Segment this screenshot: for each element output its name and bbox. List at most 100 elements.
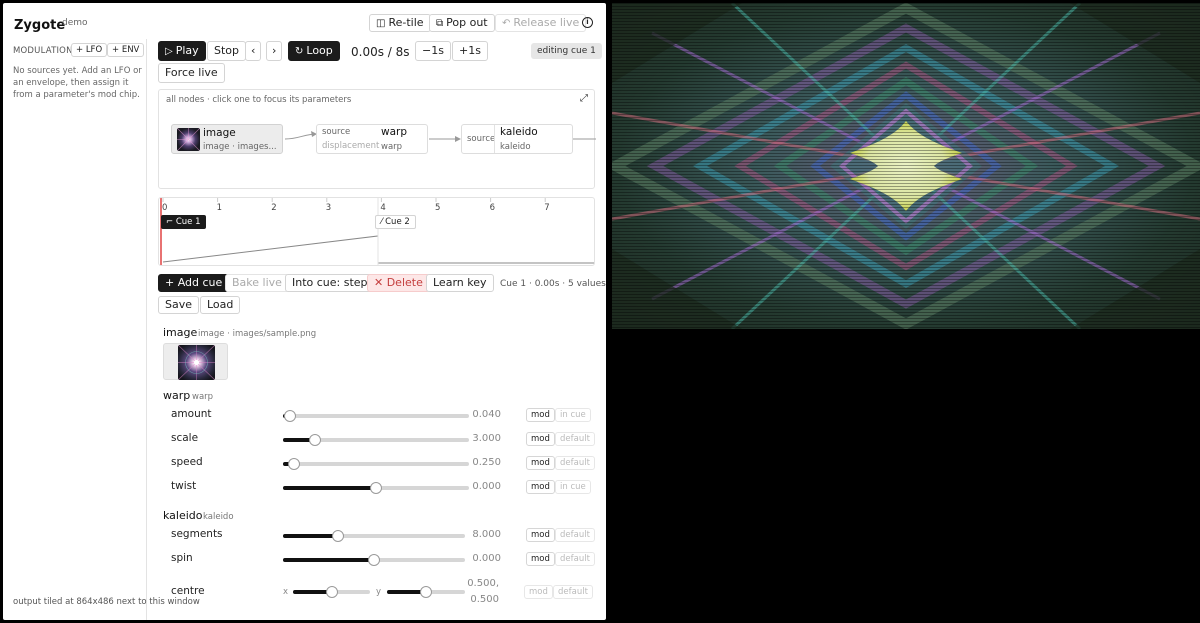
param-speed-thumb[interactable] (288, 458, 301, 470)
cue-1-marker[interactable]: ⌐ Cue 1 (161, 215, 206, 229)
centre-y-slider[interactable] (387, 586, 465, 598)
learn-key-button[interactable]: Learn key (426, 274, 494, 292)
param-segments-slider[interactable] (283, 530, 465, 542)
timeline-tick: 3 (325, 203, 332, 213)
param-speed-mod-chip[interactable]: mod (526, 456, 555, 470)
timeline-tick: 7 (544, 203, 550, 213)
output-status: output tiled at 864x486 next to this win… (13, 597, 200, 607)
timeline-tick: 6 (489, 203, 496, 213)
bake-live-button[interactable]: Bake live (225, 274, 289, 292)
into-cue-button[interactable]: Into cue: step (285, 274, 375, 292)
param-scale-thumb[interactable] (308, 434, 321, 446)
node-kaleido[interactable]: source kaleido kaleido (461, 124, 573, 154)
param-speed-label: speed (171, 456, 203, 468)
load-button[interactable]: Load (200, 296, 241, 314)
param-spin-state-tag: default (555, 552, 595, 566)
output-preview (612, 3, 1200, 329)
param-scale-label: scale (171, 432, 199, 444)
param-twist-thumb[interactable] (370, 482, 382, 494)
play-icon: ▷ (165, 46, 173, 57)
retile-button[interactable]: ◫ Re-tile (369, 14, 431, 32)
centre-x-thumb[interactable] (325, 586, 338, 598)
add-env-button[interactable]: + ENV (107, 43, 145, 57)
timeline[interactable]: 0 1 2 3 4 5 6 7 ⌐ Cue 1 ⁄ Cue 2 (158, 197, 595, 266)
param-amount-thumb[interactable] (284, 410, 297, 422)
param-spin-slider[interactable] (283, 554, 465, 566)
param-segments-thumb[interactable] (331, 530, 344, 542)
timeline-tick: 2 (271, 203, 277, 213)
port-source: source (322, 127, 351, 137)
param-segments-state-tag: default (555, 528, 595, 542)
node-image-title: image (203, 127, 236, 139)
next-cue-button[interactable]: › (266, 41, 283, 61)
param-speed-state-tag: default (555, 456, 595, 470)
add-cue-button[interactable]: + Add cue (158, 274, 230, 292)
kaleidoscope-render (612, 3, 1200, 329)
cue-2-marker[interactable]: ⁄ Cue 2 (375, 215, 416, 229)
param-segments-mod-chip[interactable]: mod (526, 528, 555, 542)
timeline-canvas (160, 198, 594, 265)
image-section-sub: image · images/sample.png (198, 329, 317, 339)
save-button[interactable]: Save (158, 296, 200, 314)
node-image[interactable]: image image · images... (171, 124, 283, 154)
node-warp[interactable]: source displacement warp warp (316, 124, 428, 154)
image-preview[interactable] (163, 343, 228, 380)
centre-state-tag: default (553, 585, 593, 599)
play-button[interactable]: ▷ Play (158, 41, 206, 61)
timeline-tick: 5 (435, 203, 441, 213)
param-amount-slider[interactable] (283, 410, 469, 422)
force-live-button[interactable]: Force live (158, 63, 225, 83)
back-1s-button[interactable]: −1s (415, 41, 451, 61)
warp-section-sub: warp (192, 392, 214, 402)
node-warp-title: warp (381, 126, 408, 138)
forward-1s-button[interactable]: +1s (452, 41, 488, 61)
param-scale-state-tag: default (555, 432, 595, 446)
add-lfo-button[interactable]: + LFO (71, 43, 108, 57)
pop-out-button[interactable]: ⧉ Pop out (429, 14, 495, 32)
modulation-heading: MODULATION (13, 46, 73, 56)
param-speed-value: 0.250 (472, 457, 501, 468)
param-speed-slider[interactable] (283, 458, 469, 470)
port-displacement: displacement (322, 141, 380, 151)
param-amount-label: amount (171, 408, 212, 420)
param-segments-value: 8.000 (472, 529, 501, 540)
delete-cue-button[interactable]: ✕ Delete (367, 274, 430, 292)
kaleido-section-title: kaleido (163, 509, 203, 522)
param-segments-label: segments (171, 528, 223, 540)
param-spin-thumb[interactable] (368, 554, 380, 566)
node-kaleido-sub: kaleido (500, 142, 531, 152)
control-panel: Zygote demo ◫ Re-tile ⧉ Pop out ↶ Release l… (3, 3, 606, 620)
param-twist-mod-chip[interactable]: mod (526, 480, 555, 494)
centre-value-x: 0.500, (467, 578, 499, 589)
loop-icon: ↻ (295, 46, 304, 57)
editing-cue-badge: editing cue 1 (531, 43, 602, 59)
param-scale-slider[interactable] (283, 434, 469, 446)
param-spin-mod-chip[interactable]: mod (526, 552, 555, 566)
loop-button[interactable]: ↻ Loop (288, 41, 340, 61)
centre-mod-chip[interactable]: mod (524, 585, 553, 599)
node-graph: all nodes · click one to focus its param… (158, 89, 596, 189)
undo-icon: ↶ (502, 18, 511, 29)
param-twist-label: twist (171, 480, 197, 492)
info-icon[interactable]: i (582, 17, 593, 28)
centre-y-label: y (376, 587, 382, 597)
centre-value-y: 0.500 (470, 594, 499, 605)
centre-x-slider[interactable] (293, 586, 370, 598)
timeline-tick: 4 (380, 203, 386, 213)
release-live-button[interactable]: ↶ Release live (495, 14, 587, 32)
param-spin-value: 0.000 (472, 553, 501, 564)
prev-cue-button[interactable]: ‹ (245, 41, 262, 61)
param-amount-mod-chip[interactable]: mod (526, 408, 555, 422)
centre-y-thumb[interactable] (420, 586, 432, 598)
param-spin-label: spin (171, 552, 193, 564)
kaleido-section-sub: kaleido (203, 512, 234, 522)
param-twist-slider[interactable] (283, 482, 469, 494)
external-link-icon: ⧉ (436, 18, 444, 29)
no-sources-text: No sources yet. Add an LFO or an envelop… (13, 66, 142, 100)
modulation-sidebar: MODULATION + LFO + ENV No sources yet. A… (3, 39, 147, 620)
app-subtitle: demo (62, 18, 88, 28)
app-title: Zygote (14, 18, 66, 33)
param-scale-mod-chip[interactable]: mod (526, 432, 555, 446)
stop-button[interactable]: Stop (207, 41, 247, 61)
param-amount-state-tag: in cue (555, 408, 591, 422)
